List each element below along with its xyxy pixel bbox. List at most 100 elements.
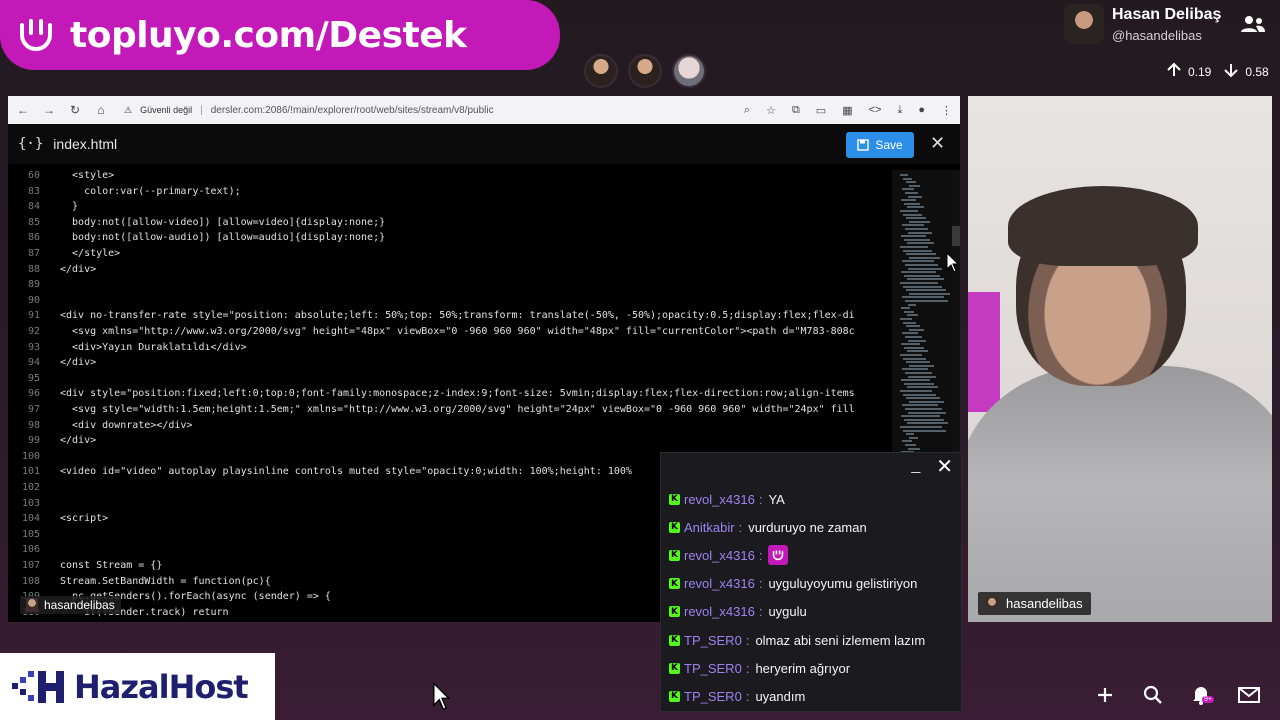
code-line[interactable]: 85 body:not([allow-video]) [allow=video]…	[8, 217, 385, 233]
code-line[interactable]: 102	[8, 482, 60, 498]
reload-icon[interactable]: ↻	[68, 103, 82, 117]
minimap-line	[907, 314, 918, 317]
chat-message: K Anitkabir: vurduruyo ne zaman	[669, 519, 867, 535]
extensions-icon[interactable]: ⧉	[792, 104, 800, 117]
kick-badge-icon: K	[669, 549, 680, 561]
minimap-line	[905, 336, 922, 338]
chat-username[interactable]: revol_x4316	[684, 548, 755, 563]
minimap-line	[906, 397, 940, 400]
code-line[interactable]: 95	[8, 373, 60, 389]
minimap-line	[907, 386, 938, 389]
code-line[interactable]: 107 const Stream = {}	[8, 560, 162, 576]
chat-message: K TP_SER0: olmaz abi seni izlemem lazım	[669, 632, 926, 648]
mail-icon[interactable]	[1238, 684, 1260, 706]
close-chat-icon[interactable]: ✕	[936, 454, 953, 479]
qr-icon[interactable]: ▦	[842, 104, 852, 117]
line-number: 101	[21, 466, 40, 478]
devtools-icon[interactable]: <>	[869, 104, 882, 116]
chat-username[interactable]: revol_x4316	[684, 576, 755, 591]
code-line[interactable]: 93 <div>Yayın Duraklatıldı</div>	[8, 342, 247, 358]
code-line[interactable]: 83 color:var(--primary-text);	[8, 186, 241, 202]
line-number: 99	[27, 435, 40, 447]
menu-icon[interactable]: ⋮	[941, 104, 952, 117]
code-line[interactable]: 108 Stream.SetBandWidth = function(pc){	[8, 576, 271, 592]
code-line[interactable]: 92 <svg xmlns="http://www.w3.org/2000/sv…	[8, 326, 855, 342]
save-label: Save	[875, 138, 903, 152]
code-line[interactable]: 101 <video id="video" autoplay playsinlin…	[8, 466, 632, 482]
minimap-line	[905, 408, 942, 410]
minimap-line	[905, 228, 928, 230]
code-text: </div>	[60, 263, 97, 275]
plus-icon[interactable]	[1094, 684, 1116, 706]
people-icon[interactable]	[1240, 14, 1266, 39]
viewer-avatar[interactable]	[628, 54, 662, 88]
zoom-icon[interactable]: ⌕	[744, 104, 750, 117]
minimize-icon[interactable]: _	[911, 458, 920, 474]
viewer-avatar[interactable]	[672, 54, 706, 88]
profile-handle: @hasandelibas	[1112, 28, 1202, 43]
line-number: 90	[27, 294, 40, 306]
editor-header: {·} index.html Save ✕	[8, 124, 960, 164]
code-line[interactable]: 90	[8, 295, 60, 311]
minimap-line	[900, 426, 942, 428]
bell-icon[interactable]: 9+	[1190, 684, 1214, 706]
chat-username[interactable]: TP_SER0	[684, 633, 742, 648]
code-line[interactable]: 104 <script>	[8, 513, 108, 529]
code-text: body:not([allow-audio]) [allow=audio]{di…	[60, 232, 386, 244]
arrow-up-icon[interactable]	[1166, 62, 1182, 81]
code-line[interactable]: 86 body:not([allow-audio]) [allow=audio]…	[8, 232, 385, 248]
code-line[interactable]: 106	[8, 544, 60, 560]
chat-text: heryerim ağrıyor	[755, 660, 851, 676]
chat-username[interactable]: revol_x4316	[684, 604, 755, 619]
minimap-line	[907, 350, 928, 353]
code-text: const Stream = {}	[60, 560, 163, 571]
code-line[interactable]: 89	[8, 279, 60, 295]
code-line[interactable]: 91 <div no-transfer-rate style="position:…	[8, 310, 855, 326]
code-line[interactable]: 84 }	[8, 201, 78, 217]
minimap-line	[905, 300, 948, 302]
code-line[interactable]: 103	[8, 498, 60, 514]
bookmark-star-icon[interactable]: ☆	[766, 104, 776, 117]
code-line[interactable]: 60 <style>	[8, 170, 114, 186]
banner-text: topluyo.com/Destek	[70, 14, 467, 56]
home-icon[interactable]: ⌂	[94, 103, 108, 117]
code-line[interactable]: 88 </div>	[8, 264, 96, 280]
arrow-down-icon[interactable]	[1223, 62, 1239, 81]
browser-toolbar: ← → ↻ ⌂ ⚠ Güvenli değil | dersler.com:20…	[8, 96, 960, 124]
sponsor-logo: HazalHost	[0, 653, 275, 720]
chat-username[interactable]: Anitkabir	[684, 520, 735, 535]
back-icon[interactable]: ←	[16, 103, 30, 117]
close-editor-icon[interactable]: ✕	[930, 133, 945, 154]
download-icon[interactable]: ⤓	[897, 104, 902, 117]
minimap-line	[902, 296, 944, 299]
minimap-line	[908, 411, 946, 414]
search-icon[interactable]	[1142, 684, 1164, 706]
line-number: 88	[27, 263, 40, 275]
chat-username[interactable]: TP_SER0	[684, 689, 742, 704]
chat-text: uygulu	[768, 604, 807, 620]
upvote-value: 0.19	[1188, 64, 1212, 79]
minimap-line	[909, 220, 930, 223]
code-line[interactable]: 100	[8, 451, 60, 467]
cast-icon[interactable]: ▭	[816, 104, 826, 117]
minimap-line	[900, 390, 932, 392]
viewer-avatar[interactable]	[584, 54, 618, 88]
address-bar[interactable]: ⚠ Güvenli değil | dersler.com:2086/!main…	[124, 105, 494, 116]
code-line[interactable]: 105	[8, 529, 60, 545]
save-button[interactable]: Save	[846, 132, 914, 158]
code-line[interactable]: 96 <div style="position:fixed;left:0;top:…	[8, 388, 855, 404]
code-line[interactable]: 94 </div>	[8, 357, 96, 373]
avatar[interactable]	[1064, 4, 1104, 44]
line-number: 102	[21, 482, 40, 493]
minimap-line	[909, 364, 934, 367]
forward-icon[interactable]: →	[42, 103, 56, 117]
minimap-line	[902, 188, 914, 191]
scrollbar-thumb[interactable]	[952, 226, 960, 246]
code-line[interactable]: 99 </div>	[8, 435, 96, 451]
chat-username[interactable]: revol_x4316	[684, 492, 755, 507]
profile-icon[interactable]: ●	[918, 104, 925, 116]
code-line[interactable]: 97 <svg style="width:1.5em;height:1.5em;…	[8, 404, 855, 420]
code-line[interactable]: 87 </style>	[8, 248, 120, 264]
chat-username[interactable]: TP_SER0	[684, 661, 742, 676]
code-line[interactable]: 98 <div downrate></div>	[8, 420, 193, 436]
